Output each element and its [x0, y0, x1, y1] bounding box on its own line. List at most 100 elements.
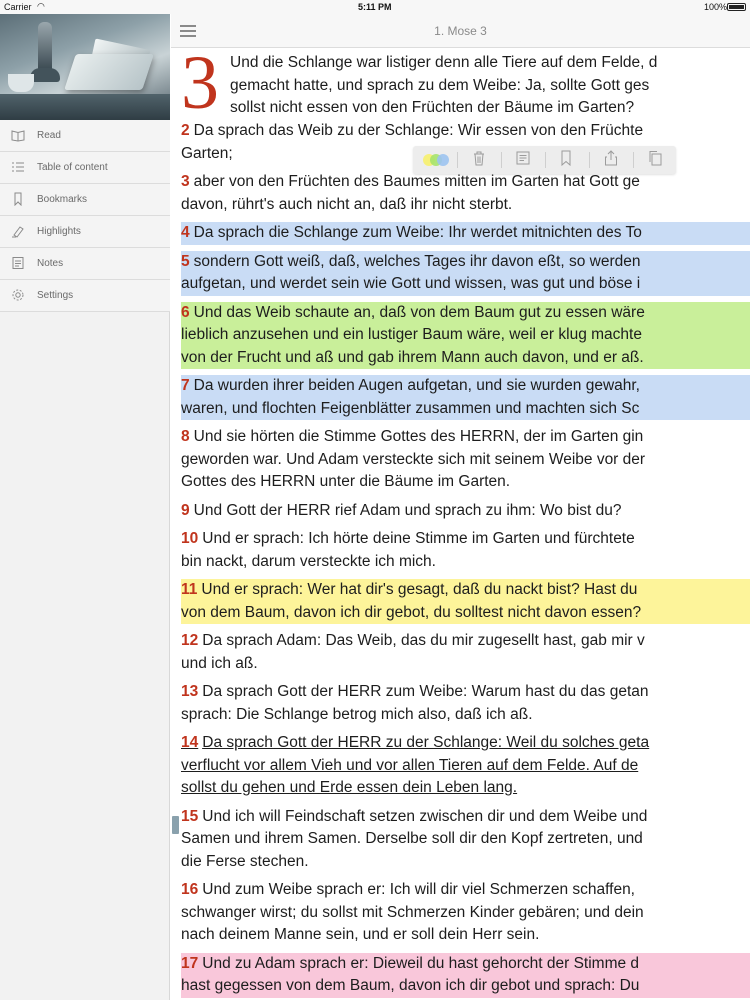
bookmark-icon — [10, 192, 26, 208]
verse-1[interactable]: 3 Und die Schlange war listiger denn all… — [181, 48, 750, 121]
verse-number: 5 — [181, 252, 190, 270]
verse-line: Da sprach Gott der HERR zum Weibe: Warum… — [202, 683, 649, 700]
book-icon — [10, 128, 26, 144]
verse-3[interactable]: 3 aber von den Früchten des Baumes mitten… — [181, 171, 750, 216]
sidebar-header-image — [0, 14, 170, 120]
sidebar-item-table-of-content[interactable]: Table of content — [0, 152, 170, 184]
verse-line: aber von den Früchten des Baumes mitten … — [193, 173, 640, 190]
verse-line: gemacht hatte, und sprach zu dem Weibe: … — [230, 76, 650, 94]
verse-line: davon, rührt's auch nicht an, daß ihr ni… — [181, 195, 513, 213]
clock: 5:11 PM — [358, 2, 392, 12]
verse-line: Da sprach die Schlange zum Weibe: Ihr we… — [193, 224, 642, 241]
verse-number: 10 — [181, 530, 199, 547]
verse-line: Und Gott der HERR rief Adam und sprach z… — [193, 501, 622, 519]
sidebar-item-label: Read — [37, 130, 61, 141]
verse-line: aufgetan, und werdet sein wie Gott und w… — [181, 273, 750, 296]
verse-number: 13 — [181, 683, 199, 700]
verse-8[interactable]: 8 Und sie hörten die Stimme Gottes des HE… — [181, 426, 750, 494]
verse-5[interactable]: 5 sondern Gott weiß, daß, welches Tages i… — [181, 250, 750, 296]
navigation-bar: 1. Mose 3 — [171, 14, 750, 48]
sidebar-item-label: Settings — [37, 290, 74, 301]
highlight-color-picker[interactable] — [423, 154, 449, 166]
verse-9[interactable]: 9 Und Gott der HERR rief Adam und sprach … — [181, 500, 750, 523]
sidebar-menu: Read Table of content Bookmarks Highligh… — [0, 120, 170, 312]
reading-pane[interactable]: 3 Und die Schlange war listiger denn all… — [171, 48, 750, 1000]
sidebar-item-settings[interactable]: Settings — [0, 280, 170, 312]
sidebar-item-label: Highlights — [37, 226, 81, 237]
gear-icon — [10, 288, 26, 304]
verse-line: sprach: Die Schlange betrog mich also, d… — [181, 705, 533, 723]
verse-number: 9 — [181, 501, 190, 519]
battery-percentage: 100% — [704, 2, 728, 12]
note-icon — [10, 256, 26, 272]
verse-13[interactable]: 13 Da sprach Gott der HERR zum Weibe: War… — [181, 681, 750, 726]
verse-17[interactable]: 17 Und zu Adam sprach er: Dieweil du hast… — [181, 952, 750, 998]
verse-number: 14 — [181, 734, 199, 751]
verse-line: Samen und ihrem Samen. Derselbe soll dir… — [181, 830, 643, 847]
verse-line: lieblich anzusehen und ein lustiger Baum… — [181, 324, 750, 347]
sidebar-item-highlights[interactable]: Highlights — [0, 216, 170, 248]
sidebar-item-label: Bookmarks — [37, 194, 88, 205]
verse-line: hast gegessen von dem Baum, davon ich di… — [181, 975, 750, 998]
verse-line: schwanger wirst; du sollst mit Schmerzen… — [181, 903, 644, 921]
verse-number: 4 — [181, 224, 190, 241]
battery-icon — [727, 3, 746, 11]
sidebar-item-read[interactable]: Read — [0, 120, 170, 152]
verse-line: sondern Gott weiß, daß, welches Tages ih… — [193, 252, 641, 270]
verse-line: von dem Baum, davon ich dir gebot, du so… — [181, 601, 750, 624]
verse-line: die Ferse stechen. — [181, 852, 309, 870]
verse-line: von der Frucht und aß und gab ihrem Mann… — [181, 346, 750, 369]
verse-15[interactable]: 15 Und ich will Feindschaft setzen zwisch… — [181, 806, 750, 874]
verse-number: 6 — [181, 303, 190, 321]
verse-6[interactable]: 6 Und das Weib schaute an, daß von dem Ba… — [181, 301, 750, 369]
copy-icon[interactable] — [645, 150, 665, 170]
sidebar-item-bookmarks[interactable]: Bookmarks — [0, 184, 170, 216]
verse-line: verflucht vor allem Vieh und vor allen T… — [181, 756, 639, 774]
verse-line: Und er sprach: Ich hörte deine Stimme im… — [202, 530, 635, 547]
verse-16[interactable]: 16 Und zum Weibe sprach er: Ich will dir … — [181, 879, 750, 947]
verse-number: 12 — [181, 632, 199, 649]
sidebar-item-label: Notes — [37, 258, 64, 269]
verse-list: 3 Und die Schlange war listiger denn all… — [181, 48, 750, 1000]
bookmark-icon[interactable] — [556, 150, 576, 170]
verse-number: 11 — [181, 581, 198, 598]
carrier-label: Carrier — [4, 2, 32, 12]
verse-line: Da wurden ihrer beiden Augen aufgetan, u… — [193, 377, 640, 394]
verse-line: Und sie hörten die Stimme Gottes des HER… — [193, 428, 644, 445]
highlight-color-dot[interactable] — [437, 154, 449, 166]
verse-line: Und die Schlange war listiger denn alle … — [230, 54, 658, 71]
verse-number: 17 — [181, 954, 199, 972]
verse-line: waren, und flochten Feigenblätter zusamm… — [181, 397, 750, 420]
highlighter-icon — [10, 224, 26, 240]
verse-line: sollst nicht essen von den Früchten der … — [230, 99, 635, 116]
verse-line: Und das Weib schaute an, daß von dem Bau… — [193, 303, 645, 321]
verse-line: Da sprach Adam: Das Weib, das du mir zug… — [202, 632, 645, 649]
share-icon[interactable] — [601, 150, 621, 170]
verse-10[interactable]: 10 Und er sprach: Ich hörte deine Stimme … — [181, 528, 750, 573]
verse-11[interactable]: 11 Und er sprach: Wer hat dir's gesagt, d… — [181, 579, 750, 624]
verse-line: Da sprach Gott der HERR zu der Schlange:… — [202, 734, 650, 751]
trash-icon[interactable] — [469, 150, 489, 170]
list-icon — [10, 160, 26, 176]
verse-line: sollst du gehen und Erde essen dein Lebe… — [181, 779, 518, 796]
verse-14[interactable]: 14 Da sprach Gott der HERR zu der Schlang… — [181, 732, 750, 800]
sidebar-item-notes[interactable]: Notes — [0, 248, 170, 280]
verse-7[interactable]: 7 Da wurden ihrer beiden Augen aufgetan, … — [181, 375, 750, 420]
sidebar-item-label: Table of content — [37, 162, 108, 173]
chapter-title: 1. Mose 3 — [434, 24, 487, 38]
sidebar: Read Table of content Bookmarks Highligh… — [0, 14, 170, 1000]
verse-12[interactable]: 12 Da sprach Adam: Das Weib, das du mir z… — [181, 630, 750, 675]
verse-line: bin nackt, darum versteckte ich mich. — [181, 552, 436, 570]
verse-line: Und ich will Feindschaft setzen zwischen… — [202, 807, 648, 825]
note-marker-icon[interactable] — [172, 816, 179, 834]
verse-number: 16 — [181, 881, 199, 898]
note-icon[interactable] — [513, 150, 533, 170]
verse-line: nach deinem Manne sein, und er soll dein… — [181, 926, 540, 943]
verse-line: und ich aß. — [181, 654, 258, 672]
verse-line: Gottes des HERRN unter die Bäume im Gart… — [181, 473, 511, 490]
verse-number: 7 — [181, 377, 190, 394]
verse-4[interactable]: 4 Da sprach die Schlange zum Weibe: Ihr w… — [181, 222, 750, 245]
verse-number: 15 — [181, 807, 199, 825]
verse-line: geworden war. Und Adam versteckte sich m… — [181, 450, 646, 468]
verse-action-toolbar — [413, 146, 676, 174]
